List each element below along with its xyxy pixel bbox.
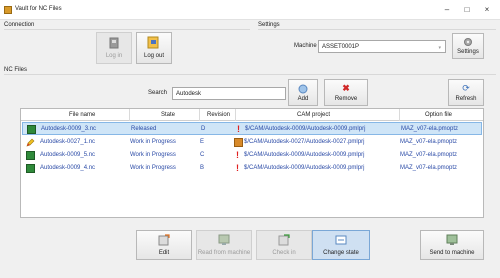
column-divider [399, 109, 400, 121]
change-state-label: Change state [323, 250, 359, 256]
logout-button[interactable]: Log out [136, 32, 172, 64]
nc-files-table[interactable]: File name State Revision CAM project Opt… [20, 108, 484, 218]
machine-select[interactable]: ASSET0001P ▾ [318, 40, 446, 53]
settings-label: Settings [457, 49, 479, 55]
file-name-cell: Autodesk-0009_5.nc [40, 152, 96, 158]
window-title: Vault for NC Files [15, 6, 62, 12]
search-value: Autodesk [176, 91, 202, 97]
check-in-icon [278, 234, 290, 246]
table-row[interactable]: Autodesk-0009_4.nc Work in Progress B ! … [22, 162, 482, 175]
column-divider [129, 109, 130, 121]
maximize-button[interactable]: □ [458, 3, 476, 17]
machine-send-icon [446, 234, 458, 245]
close-button[interactable]: × [478, 3, 496, 17]
refresh-label: Refresh [455, 96, 477, 102]
machine-read-icon [218, 234, 230, 245]
remove-button[interactable]: ✖ Remove [324, 79, 368, 106]
col-cam-project[interactable]: CAM project [297, 112, 330, 118]
locked-project-icon [234, 138, 243, 147]
chevron-down-icon: ▾ [438, 45, 441, 51]
edit-icon [158, 234, 170, 246]
logout-icon [147, 36, 159, 49]
send-to-machine-button[interactable]: Send to machine [420, 230, 484, 260]
option-file-cell: MAZ_v07-ela.pmoptz [400, 139, 458, 145]
connection-divider [4, 29, 250, 30]
revision-cell: C [200, 152, 205, 158]
remove-label: Remove [334, 96, 358, 102]
app-icon [4, 6, 12, 14]
col-state[interactable]: State [161, 112, 175, 118]
login-button[interactable]: Log in [96, 32, 132, 64]
read-from-machine-button[interactable]: Read from machine [196, 230, 252, 260]
title-bar: Vault for NC Files – □ × [0, 0, 500, 20]
revision-cell: D [201, 126, 206, 132]
settings-button[interactable]: Settings [452, 33, 484, 59]
remove-x-icon: ✖ [342, 83, 350, 93]
option-file-cell: MAZ_v07-ela.pmoptz [400, 165, 458, 171]
add-label: Add [297, 96, 309, 102]
file-name-cell: Autodesk-0009_3.nc [41, 126, 97, 132]
cam-project-cell: $/CAM/Autodesk-0009/Autodesk-0009.pmlprj [244, 152, 365, 158]
state-cell: Released [131, 126, 157, 132]
col-file-name[interactable]: File name [69, 112, 95, 118]
table-header: File name State Revision CAM project Opt… [21, 109, 483, 121]
col-revision[interactable]: Revision [207, 112, 230, 118]
state-cell: Work in Progress [130, 165, 176, 171]
warning-icon: ! [236, 150, 239, 160]
option-file-cell: MAZ_v07-ela.pmoptz [400, 152, 458, 158]
revision-cell: E [200, 139, 205, 145]
option-file-cell: MAZ_v07-ela.pmoptz [401, 126, 459, 132]
refresh-icon: ⟳ [462, 83, 470, 93]
table-row[interactable]: Autodesk-0009_3.nc Released D ! $/CAM/Au… [22, 122, 482, 135]
state-cell: Work in Progress [130, 152, 176, 158]
nc-file-icon [26, 151, 35, 160]
nc-files-group-label: NC Files [4, 67, 28, 73]
minimize-button[interactable]: – [438, 3, 456, 17]
read-from-machine-label: Read from machine [197, 250, 251, 256]
machine-value: ASSET0001P [322, 44, 360, 50]
table-row[interactable]: Autodesk-0027_1.nc Work in Progress E $/… [22, 136, 482, 149]
logout-label: Log out [143, 53, 165, 59]
check-in-button[interactable]: Check in [256, 230, 312, 260]
add-button[interactable]: Add [288, 79, 318, 106]
col-option-file[interactable]: Option file [425, 112, 452, 118]
gear-icon [464, 38, 472, 46]
search-label: Search [148, 90, 168, 96]
nc-files-divider [4, 74, 496, 75]
add-icon [298, 84, 308, 94]
warning-icon: ! [236, 163, 239, 173]
login-label: Log in [105, 53, 123, 59]
settings-divider [258, 29, 496, 30]
change-state-icon [335, 235, 347, 245]
pencil-icon [26, 138, 35, 147]
settings-group-label: Settings [258, 22, 280, 28]
search-input[interactable]: Autodesk [172, 87, 286, 100]
check-in-label: Check in [272, 250, 296, 256]
change-state-button[interactable]: Change state [312, 230, 370, 260]
edit-label: Edit [158, 250, 170, 256]
column-divider [199, 109, 200, 121]
file-name-cell: Autodesk-0009_4.nc [40, 165, 96, 171]
cam-project-cell: $/CAM/Autodesk-0009/Autodesk-0009.pmlprj [245, 126, 366, 132]
column-divider [235, 109, 236, 121]
nc-file-icon [26, 164, 35, 173]
table-row[interactable]: Autodesk-0009_5.nc Work in Progress C ! … [22, 149, 482, 162]
connection-group-label: Connection [4, 22, 35, 28]
refresh-button[interactable]: ⟳ Refresh [448, 79, 484, 106]
cam-project-cell: $/CAM/Autodesk-0027/Autodesk-0027.pmlprj [244, 139, 365, 145]
login-icon [109, 37, 119, 49]
revision-cell: B [200, 165, 205, 171]
state-cell: Work in Progress [130, 139, 176, 145]
machine-label: Machine [294, 43, 317, 49]
send-to-machine-label: Send to machine [429, 250, 475, 256]
warning-icon: ! [237, 124, 240, 134]
file-name-cell: Autodesk-0027_1.nc [40, 139, 96, 145]
cam-project-cell: $/CAM/Autodesk-0009/Autodesk-0009.pmlprj [244, 165, 365, 171]
nc-file-icon [27, 125, 36, 134]
edit-button[interactable]: Edit [136, 230, 192, 260]
